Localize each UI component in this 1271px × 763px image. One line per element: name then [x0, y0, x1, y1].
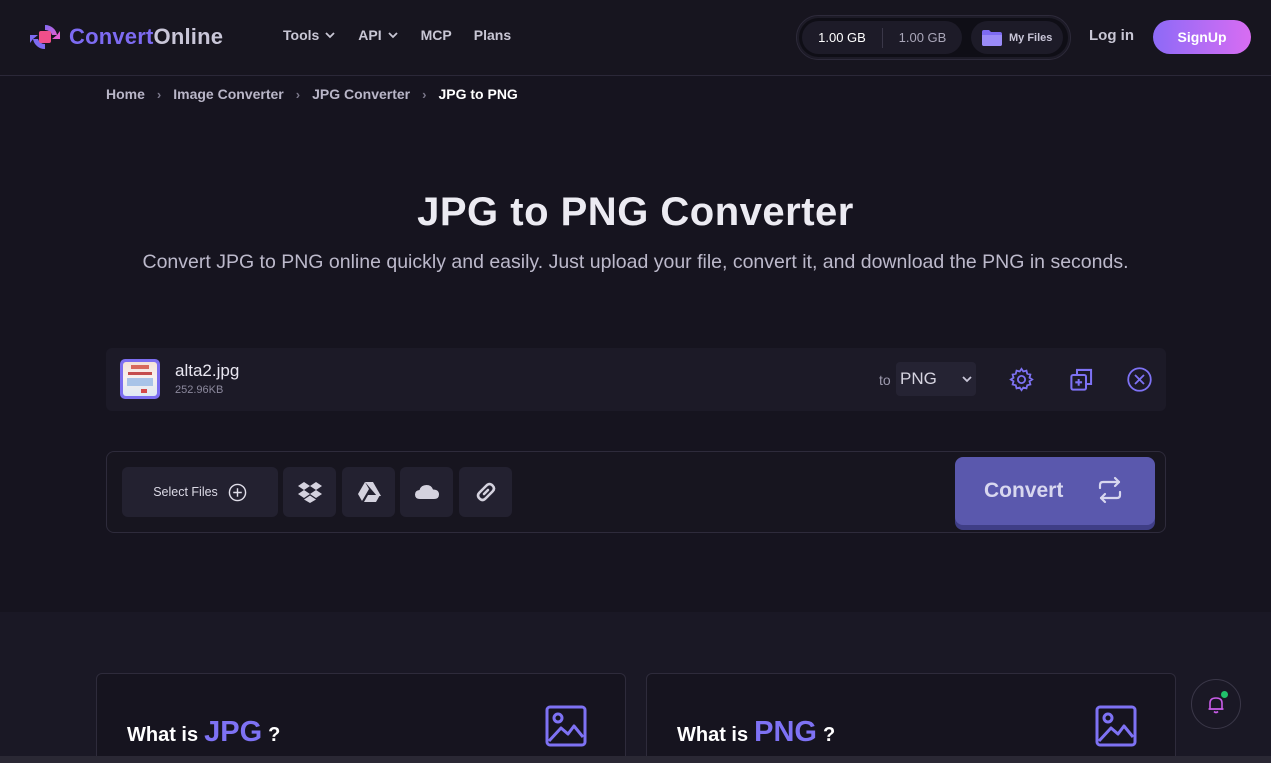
google-drive-icon [357, 482, 381, 502]
file-thumbnail [120, 359, 160, 399]
select-files-button[interactable]: Select Files [122, 467, 278, 517]
duplicate-file-button[interactable] [1066, 364, 1096, 394]
select-files-label: Select Files [153, 485, 218, 499]
chevron-down-icon [325, 32, 335, 39]
breadcrumb-jpg-converter[interactable]: JPG Converter [312, 86, 410, 102]
nav-item-plans[interactable]: Plans [474, 27, 511, 43]
info-card-format: PNG [754, 716, 817, 748]
nav-item-label: MCP [420, 27, 452, 43]
folder-icon [982, 29, 1002, 46]
convert-logo-icon [30, 24, 60, 50]
target-format-label: to [879, 372, 891, 388]
convert-button[interactable]: Convert [955, 457, 1155, 525]
notifications-button[interactable] [1191, 679, 1241, 729]
add-circle-icon [228, 483, 247, 501]
storage-usage[interactable]: 1.00 GB 1.00 GB [802, 21, 962, 54]
chevron-down-icon [388, 32, 398, 39]
onedrive-source-button[interactable] [400, 467, 453, 517]
url-source-button[interactable] [459, 467, 512, 517]
google-drive-source-button[interactable] [342, 467, 395, 517]
storage-total: 1.00 GB [898, 30, 947, 45]
brand-logo[interactable]: ConvertOnline [29, 21, 223, 53]
info-card-prefix: What is [677, 724, 749, 746]
breadcrumb-separator-icon: › [156, 86, 162, 102]
link-icon [476, 482, 495, 502]
dropbox-source-button[interactable] [283, 467, 336, 517]
image-icon [1095, 705, 1137, 747]
my-files-label: My Files [1009, 31, 1053, 44]
image-icon [545, 705, 587, 747]
page-title: JPG to PNG Converter [417, 190, 854, 234]
thumbnail-block [127, 378, 153, 386]
bottom-scroll-edge [0, 756, 1271, 763]
breadcrumb-separator-icon: › [295, 86, 301, 102]
target-format-value: PNG [900, 369, 937, 388]
brand-name-part2: Online [153, 24, 224, 49]
convert-label: Convert [984, 479, 1064, 502]
info-card-title: What is PNG ? [677, 716, 835, 749]
top-header: ConvertOnline Tools API MCP Plans 1.00 G… [0, 0, 1271, 76]
info-card-suffix: ? [268, 724, 281, 746]
breadcrumb: Home › Image Converter › JPG Converter ›… [106, 86, 518, 102]
main-nav: Tools API MCP Plans [283, 27, 511, 43]
info-card-title: What is JPG ? [127, 716, 280, 749]
breadcrumb-separator-icon: › [422, 86, 427, 102]
nav-item-label: Tools [283, 27, 320, 43]
file-name: alta2.jpg [175, 361, 240, 380]
thumbnail-block [141, 389, 147, 393]
login-link[interactable]: Log in [1089, 27, 1134, 44]
nav-item-tools[interactable]: Tools [283, 27, 336, 43]
brand-name: ConvertOnline [69, 24, 223, 50]
info-card-prefix: What is [127, 724, 199, 746]
dropbox-icon [297, 482, 322, 503]
thumbnail-block [128, 372, 152, 375]
chevron-down-icon [962, 376, 972, 383]
cloud-icon [414, 485, 439, 499]
my-files-button[interactable]: My Files [971, 21, 1063, 54]
repeat-arrows-icon [1098, 476, 1122, 504]
info-card-jpg: What is JPG ? [96, 673, 626, 763]
nav-item-label: API [358, 27, 382, 43]
nav-item-mcp[interactable]: MCP [421, 27, 452, 43]
info-card-format: JPG [204, 716, 263, 748]
nav-item-api[interactable]: API [358, 27, 398, 43]
notification-dot [1221, 691, 1228, 698]
signup-button[interactable]: SignUp [1153, 20, 1251, 54]
thumbnail-image [123, 362, 157, 396]
thumbnail-block [131, 365, 149, 369]
info-card-png: What is PNG ? [646, 673, 1176, 763]
breadcrumb-image-converter[interactable]: Image Converter [173, 86, 283, 102]
close-circle-icon [1126, 366, 1152, 392]
copy-add-icon [1069, 368, 1092, 391]
breadcrumb-current: JPG to PNG [438, 86, 518, 102]
storage-used: 1.00 GB [818, 30, 866, 45]
storage-widget: 1.00 GB 1.00 GB My Files [796, 15, 1071, 60]
page-subtitle: Convert JPG to PNG online quickly and ea… [142, 251, 1129, 273]
remove-file-button[interactable] [1124, 364, 1154, 394]
file-settings-button[interactable] [1006, 364, 1036, 394]
target-format-select[interactable]: PNG [896, 362, 976, 396]
brand-name-part1: Convert [69, 24, 154, 49]
gear-icon [1008, 366, 1034, 392]
info-card-suffix: ? [822, 724, 836, 746]
file-size: 252.96KB [175, 384, 224, 396]
breadcrumb-home[interactable]: Home [106, 86, 145, 102]
nav-item-label: Plans [473, 27, 512, 43]
